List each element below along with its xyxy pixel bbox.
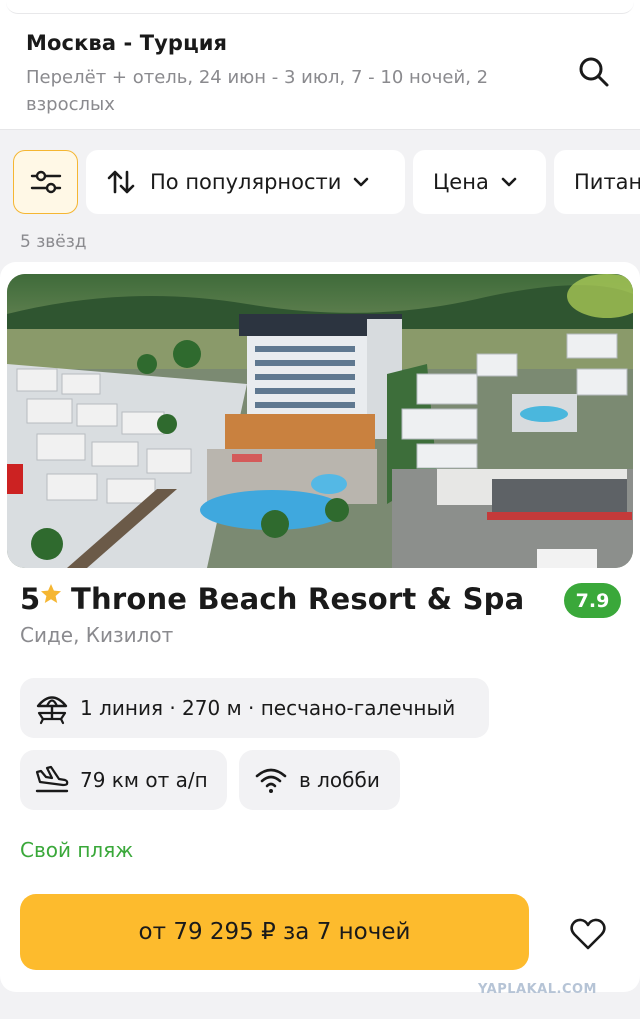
rating-badge: 7.9 [564,583,621,618]
own-beach-label: Свой пляж [20,838,134,862]
search-icon [579,57,609,87]
chevron-down-icon [501,177,517,187]
route-title: Москва - Турция [26,31,228,55]
airport-distance-tag: 79 км от а/п [20,750,227,810]
sort-label: По популярности [150,170,342,194]
sort-arrows-icon [107,170,135,194]
beach-umbrella-icon [34,690,70,726]
filter-sliders-icon [30,170,61,194]
star-icon [41,584,61,603]
hotel-card[interactable]: 5 Throne Beach Resort & Spa 7.9 Сиде, Ки… [0,262,640,992]
beach-info-text: 1 линия · 270 м · песчано-галечный [80,696,456,720]
hotel-location: Сиде, Кизилот [20,623,174,647]
food-dropdown[interactable]: Питан [554,150,640,214]
price-dropdown[interactable]: Цена [413,150,546,214]
hotel-photo-illustration [7,274,633,568]
watermark: YAPLAKAL.COM [478,982,597,997]
star-count: 5 [20,582,41,616]
wifi-text: в лобби [299,768,380,792]
section-label: 5 звёзд [20,232,87,252]
wifi-icon [253,762,289,798]
sort-dropdown[interactable]: По популярности [86,150,405,214]
plane-landing-icon [34,762,70,798]
wifi-tag: в лобби [239,750,400,810]
search-button[interactable] [572,50,616,94]
beach-info-tag: 1 линия · 270 м · песчано-галечный [20,678,489,738]
favorite-button[interactable] [566,912,610,956]
price-button[interactable]: от 79 295 ₽ за 7 ночей [20,894,529,970]
heart-icon [570,918,606,950]
hotel-photo[interactable] [7,274,633,568]
filter-bar: По популярности Цена Питан [0,150,640,216]
search-summary-header[interactable]: Москва - Турция Перелёт + отель, 24 июн … [0,0,640,130]
food-filter-label: Питан [574,170,640,194]
filter-button[interactable] [13,150,78,214]
top-edge [6,0,634,14]
hotel-name[interactable]: Throne Beach Resort & Spa [71,582,524,616]
price-filter-label: Цена [433,170,489,194]
chevron-down-icon [354,177,369,187]
search-details: Перелёт + отель, 24 июн - 3 июл, 7 - 10 … [26,67,489,115]
airport-distance-text: 79 км от а/п [80,768,208,792]
